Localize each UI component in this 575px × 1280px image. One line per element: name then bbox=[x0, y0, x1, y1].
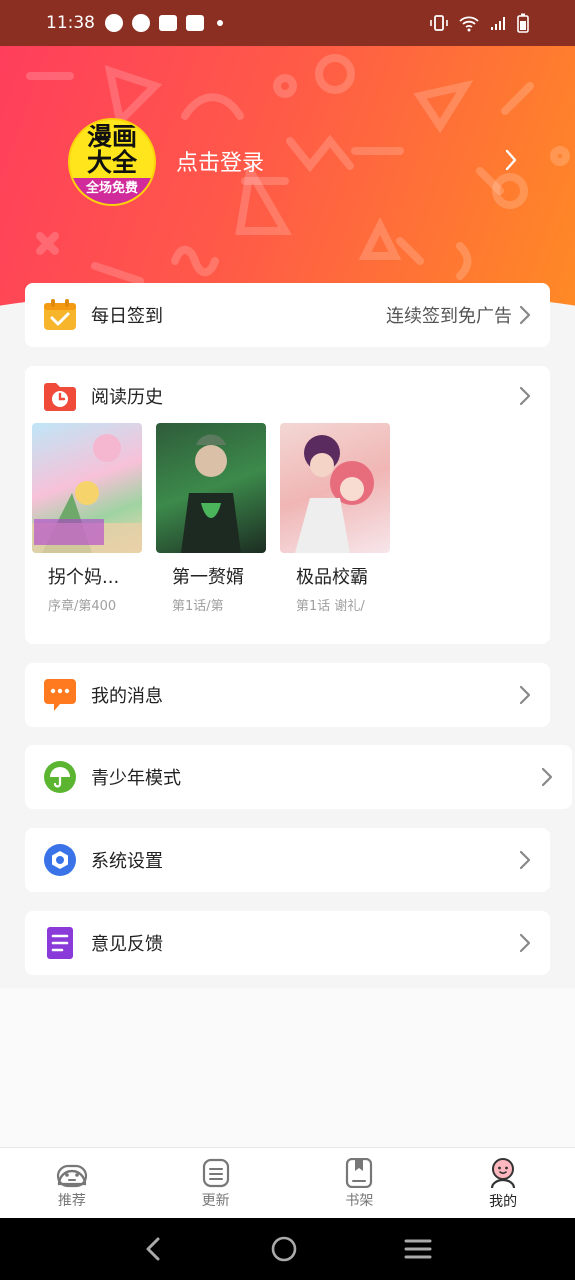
recent-apps-menu-icon[interactable] bbox=[403, 1235, 433, 1263]
book-cover bbox=[156, 423, 266, 553]
system-navigation-bar bbox=[0, 1218, 575, 1280]
mail-notification-icon-2 bbox=[186, 15, 204, 31]
battery-icon bbox=[517, 13, 529, 33]
logo-line2: 大全 bbox=[86, 148, 137, 177]
my-messages-label: 我的消息 bbox=[91, 686, 163, 707]
wifi-icon bbox=[459, 16, 479, 32]
youth-mode-card[interactable]: 青少年模式 bbox=[25, 745, 572, 809]
status-time: 11:38 bbox=[46, 13, 95, 33]
chevron-right-icon bbox=[519, 386, 531, 406]
logo-band: 全场免费 bbox=[70, 178, 154, 204]
tab-recommend[interactable]: 推荐 bbox=[0, 1148, 144, 1219]
chevron-right-icon bbox=[519, 933, 531, 953]
book-progress: 序章/第400 bbox=[48, 599, 117, 614]
bookshelf-icon bbox=[346, 1157, 373, 1188]
app-logo-avatar[interactable]: 漫画 大全 全场免费 bbox=[68, 118, 156, 206]
history-book-item[interactable]: 第一赘婿 第1话/第 bbox=[156, 423, 266, 614]
chevron-right-icon bbox=[519, 685, 531, 705]
logo-text: 漫画 大全 bbox=[70, 124, 154, 176]
book-progress: 第1话 谢礼/ bbox=[296, 599, 365, 614]
empty-area bbox=[0, 988, 575, 1148]
logo-line1: 漫画 bbox=[86, 122, 137, 151]
back-icon[interactable] bbox=[142, 1235, 166, 1263]
reading-history-header[interactable]: 阅读历史 bbox=[25, 366, 550, 426]
book-cover bbox=[32, 423, 142, 553]
tab-updates[interactable]: 更新 bbox=[144, 1148, 288, 1219]
tab-mine-label: 我的 bbox=[489, 1193, 518, 1210]
updates-list-icon bbox=[202, 1158, 229, 1187]
book-cover-art bbox=[32, 434, 142, 553]
clock-folder-icon bbox=[44, 383, 76, 411]
book-title: 拐个妈... bbox=[48, 567, 120, 588]
document-icon bbox=[47, 927, 73, 959]
message-notification-icon bbox=[105, 14, 123, 32]
more-notifications-dot-icon bbox=[217, 20, 223, 26]
tab-updates-label: 更新 bbox=[201, 1192, 230, 1209]
system-settings-label: 系统设置 bbox=[91, 851, 163, 872]
status-bar: 11:38 bbox=[0, 0, 575, 46]
system-settings-card[interactable]: 系统设置 bbox=[25, 828, 550, 892]
chat-bubble-icon bbox=[44, 679, 76, 711]
chevron-right-icon bbox=[519, 305, 531, 325]
chevron-right-icon bbox=[519, 850, 531, 870]
reading-history-card: 阅读历史 拐个妈... 序章/第400 第一赘婿 第1话/第 极品校霸 第1话 … bbox=[25, 366, 550, 644]
tab-mine[interactable]: 我的 bbox=[431, 1148, 575, 1219]
book-progress: 第1话/第 bbox=[172, 599, 224, 614]
youth-mode-label: 青少年模式 bbox=[91, 768, 181, 789]
feedback-label: 意见反馈 bbox=[91, 934, 163, 955]
feedback-card[interactable]: 意见反馈 bbox=[25, 911, 550, 975]
mail-notification-icon bbox=[159, 15, 177, 31]
notification-icons bbox=[105, 14, 223, 32]
daily-checkin-card[interactable]: 每日签到 连续签到免广告 bbox=[25, 283, 550, 347]
book-title: 极品校霸 bbox=[296, 567, 368, 588]
book-cover-art bbox=[181, 434, 241, 553]
check-notification-icon bbox=[132, 14, 150, 32]
login-chevron-right-icon[interactable] bbox=[503, 148, 519, 172]
signal-icon bbox=[491, 17, 505, 30]
bottom-tab-bar: 推荐 更新 书架 我的 bbox=[0, 1147, 575, 1219]
vibrate-icon bbox=[430, 15, 448, 31]
daily-checkin-label: 每日签到 bbox=[91, 306, 163, 327]
gear-icon bbox=[44, 844, 76, 876]
reading-history-label: 阅读历史 bbox=[91, 387, 163, 408]
umbrella-icon bbox=[44, 761, 76, 793]
my-messages-card[interactable]: 我的消息 bbox=[25, 663, 550, 727]
book-title: 第一赘婿 bbox=[172, 567, 244, 588]
checkin-reward-text: 连续签到免广告 bbox=[386, 306, 512, 327]
chevron-right-icon bbox=[541, 767, 553, 787]
history-book-item[interactable]: 极品校霸 第1话 谢礼/ bbox=[280, 423, 390, 614]
system-status-icons bbox=[429, 13, 529, 33]
recommend-face-icon bbox=[56, 1164, 87, 1187]
tab-bookshelf-label: 书架 bbox=[345, 1192, 374, 1209]
book-cover bbox=[280, 423, 390, 553]
calendar-check-icon bbox=[44, 299, 76, 330]
profile-face-icon bbox=[491, 1157, 516, 1188]
history-book-item[interactable]: 拐个妈... 序章/第400 bbox=[32, 423, 142, 614]
home-circle-icon[interactable] bbox=[269, 1234, 299, 1264]
tab-bookshelf[interactable]: 书架 bbox=[288, 1148, 432, 1219]
tab-recommend-label: 推荐 bbox=[57, 1192, 86, 1209]
book-cover-art bbox=[295, 435, 374, 553]
login-button[interactable]: 点击登录 bbox=[176, 145, 264, 177]
history-book-list: 拐个妈... 序章/第400 第一赘婿 第1话/第 极品校霸 第1话 谢礼/ bbox=[32, 423, 390, 614]
